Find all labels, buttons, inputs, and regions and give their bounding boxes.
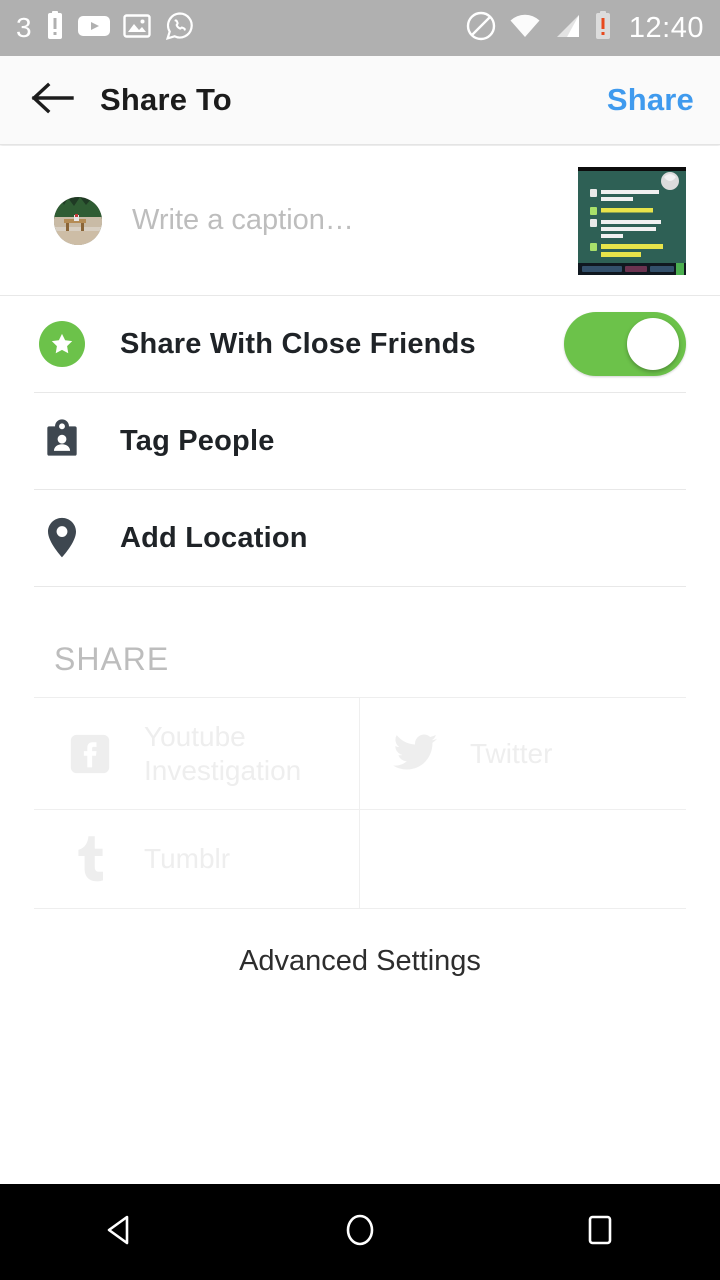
page-title: Share To — [100, 82, 232, 117]
nav-recents-button[interactable] — [540, 1184, 660, 1280]
cellular-signal-icon — [553, 13, 581, 44]
back-arrow-icon — [30, 79, 74, 122]
nav-back-button[interactable] — [60, 1184, 180, 1280]
tumblr-icon — [62, 835, 118, 883]
share-target-label: Twitter — [470, 737, 553, 769]
youtube-icon — [77, 14, 110, 43]
nav-recents-square-icon — [580, 1210, 620, 1255]
wifi-icon — [509, 13, 541, 44]
status-bar-right: 12:40 — [465, 10, 704, 47]
status-bar-clock: 12:40 — [628, 11, 704, 44]
content-area: Share With Close Friends Tag People Add … — [0, 146, 720, 1184]
option-label: Tag People — [120, 424, 275, 457]
post-thumbnail[interactable] — [578, 166, 686, 275]
status-bar-left: 3 — [16, 10, 465, 47]
phone-screen: 3 12:40 Share To Share Write a caption… … — [0, 0, 720, 1280]
battery-alert-icon — [45, 10, 65, 46]
avatar[interactable] — [54, 196, 102, 245]
share-button[interactable]: Share — [607, 82, 696, 118]
share-target-label: Youtube Investigation — [144, 721, 302, 786]
status-bar: 3 12:40 — [0, 0, 720, 56]
option-row-tag-people[interactable]: Tag People — [34, 393, 686, 489]
option-label: Add Location — [120, 521, 308, 554]
star-badge-icon — [34, 321, 90, 367]
share-target-empty — [360, 810, 686, 908]
tag-people-icon — [34, 419, 90, 463]
back-button[interactable] — [24, 72, 80, 128]
option-row-close-friends[interactable]: Share With Close Friends — [34, 296, 686, 392]
twitter-icon — [388, 733, 444, 775]
caption-row — [0, 146, 720, 296]
facebook-icon — [62, 731, 118, 777]
location-pin-icon — [34, 515, 90, 561]
advanced-settings-button[interactable]: Advanced Settings — [0, 909, 720, 978]
android-nav-bar — [0, 1184, 720, 1280]
battery-alert-icon — [593, 10, 613, 46]
app-bar: Share To Share — [0, 56, 720, 145]
close-friends-toggle[interactable] — [564, 312, 686, 376]
option-row-add-location[interactable]: Add Location — [34, 490, 686, 586]
share-target-facebook[interactable]: Youtube Investigation — [34, 698, 360, 810]
share-section-header: SHARE — [54, 641, 170, 677]
do-not-disturb-icon — [465, 10, 497, 47]
caption-input[interactable] — [132, 198, 564, 243]
nav-back-triangle-icon — [100, 1210, 140, 1255]
image-icon — [122, 12, 151, 45]
share-targets-grid: Youtube Investigation Twitter Tumblr — [34, 697, 686, 909]
share-target-twitter[interactable]: Twitter — [360, 698, 686, 810]
toggle-knob — [627, 318, 679, 370]
whatsapp-icon — [164, 10, 196, 47]
notification-count: 3 — [16, 12, 32, 43]
share-target-tumblr[interactable]: Tumblr — [34, 810, 360, 908]
share-target-label: Tumblr — [144, 843, 231, 875]
nav-home-circle-icon — [340, 1210, 380, 1255]
option-label: Share With Close Friends — [120, 327, 476, 360]
nav-home-button[interactable] — [300, 1184, 420, 1280]
